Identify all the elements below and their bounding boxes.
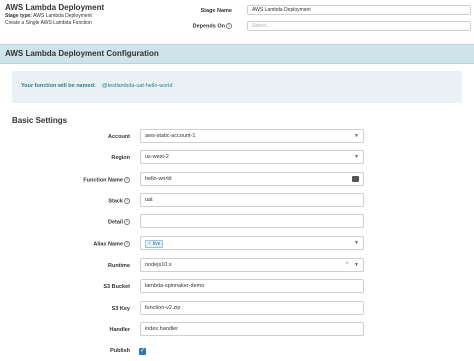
handler-label: Handler (109, 327, 130, 333)
function-name-value: hello-world (145, 176, 172, 182)
s3-key-value: function-v2.zip (145, 305, 181, 311)
runtime-label: Runtime (108, 263, 130, 269)
stack-row: Stack? uat (0, 193, 474, 209)
handler-input[interactable]: index.handler (140, 322, 364, 336)
function-name-label-text: Function Name (83, 177, 123, 184)
stack-label: Stack? (50, 198, 130, 204)
stage-description: Create a Single AWS Lambda Function (5, 20, 92, 26)
chevron-down-icon[interactable]: ▼ (354, 134, 359, 139)
id-card-icon[interactable] (352, 176, 359, 182)
function-name-label: Function Name? (50, 177, 130, 183)
checkbox-icon: ✓ (139, 348, 146, 354)
function-name-row: Function Name? hello-world (0, 172, 474, 188)
s3-bucket-row: S3 Bucket lambda-spinnaker-demo (0, 279, 474, 295)
depends-on-label: Depends On? (152, 23, 232, 29)
stage-name-label: Stage Name (152, 8, 233, 14)
handler-value: index.handler (145, 326, 179, 332)
chevron-down-icon[interactable]: ▼ (354, 263, 359, 268)
alias-name-row: Alias Name? × live ▼ (0, 236, 474, 252)
detail-label-text: Detail (108, 219, 123, 226)
account-label: Account (108, 134, 130, 140)
publish-label: Publish (110, 348, 130, 354)
notice-value: @testlambda-uat-hello-world (102, 83, 173, 89)
stage-header: AWS Lambda Deployment Stage type: AWS La… (0, 0, 474, 40)
account-select[interactable]: aws-static-account-1 ▼ (140, 129, 364, 143)
alias-tag[interactable]: × live (145, 240, 164, 248)
stage-name-label-text: Stage Name (200, 8, 233, 14)
runtime-value: nodejs10.x (145, 262, 172, 268)
region-row: Region us-west-2 ▼ (0, 150, 474, 166)
s3-bucket-input[interactable]: lambda-spinnaker-demo (140, 279, 364, 293)
page-title: AWS Lambda Deployment (5, 3, 105, 12)
detail-row: Detail? (0, 214, 474, 230)
s3-bucket-value: lambda-spinnaker-demo (145, 283, 205, 289)
region-value: us-west-2 (145, 154, 169, 160)
alias-name-label-text: Alias Name (93, 241, 123, 248)
stage-type-value: AWS Lambda Deployment (33, 13, 92, 19)
stack-input[interactable]: uat (140, 193, 364, 207)
publish-checkbox[interactable]: ✓ (139, 348, 146, 355)
remove-tag-icon[interactable]: × (148, 241, 151, 247)
info-icon[interactable]: ? (124, 177, 130, 183)
detail-input[interactable] (140, 214, 364, 228)
runtime-select[interactable]: nodejs10.x × ▼ (140, 258, 364, 272)
info-icon[interactable]: ? (124, 241, 130, 247)
stage-type-label: Stage type: (5, 13, 32, 19)
depends-on-placeholder: Select... (252, 23, 271, 29)
alias-name-label: Alias Name? (50, 241, 130, 247)
stage-name-value: AWS Lambda Deployment (252, 7, 311, 13)
s3-key-input[interactable]: function-v2.zip (140, 301, 364, 315)
notice-label: Your function will be named: (21, 83, 96, 89)
basic-settings-title: Basic Settings (12, 116, 68, 125)
config-header: AWS Lambda Deployment Configuration (0, 44, 474, 64)
account-value: aws-static-account-1 (145, 133, 196, 139)
region-label: Region (111, 155, 130, 161)
alias-tag-label: live (152, 241, 161, 247)
depends-on-label-text: Depends On (192, 23, 225, 30)
account-row: Account aws-static-account-1 ▼ (0, 129, 474, 145)
handler-row: Handler index.handler (0, 322, 474, 338)
stack-label-text: Stack (108, 198, 123, 205)
stage-name-input[interactable]: AWS Lambda Deployment (247, 5, 471, 15)
detail-label: Detail? (50, 219, 130, 225)
stack-value: uat (145, 197, 153, 203)
stage-type: Stage type: AWS Lambda Deployment (5, 13, 92, 19)
runtime-row: Runtime nodejs10.x × ▼ (0, 258, 474, 274)
alias-name-select[interactable]: × live ▼ (140, 236, 364, 250)
s3-bucket-label: S3 Bucket (103, 284, 130, 290)
s3-key-label: S3 Key (111, 306, 130, 312)
info-icon[interactable]: ? (124, 219, 130, 225)
function-name-notice: Your function will be named: @testlambda… (12, 71, 462, 103)
chevron-down-icon[interactable]: ▼ (354, 241, 359, 246)
s3-key-row: S3 Key function-v2.zip (0, 301, 474, 317)
info-icon[interactable]: ? (124, 198, 130, 204)
region-select[interactable]: us-west-2 ▼ (140, 150, 364, 164)
depends-on-select[interactable]: Select... (247, 21, 471, 31)
config-title: AWS Lambda Deployment Configuration (5, 49, 159, 58)
clear-icon[interactable]: × (345, 261, 349, 267)
info-icon[interactable]: ? (226, 23, 232, 29)
function-name-input[interactable]: hello-world (140, 172, 364, 186)
chevron-down-icon[interactable]: ▼ (354, 155, 359, 160)
